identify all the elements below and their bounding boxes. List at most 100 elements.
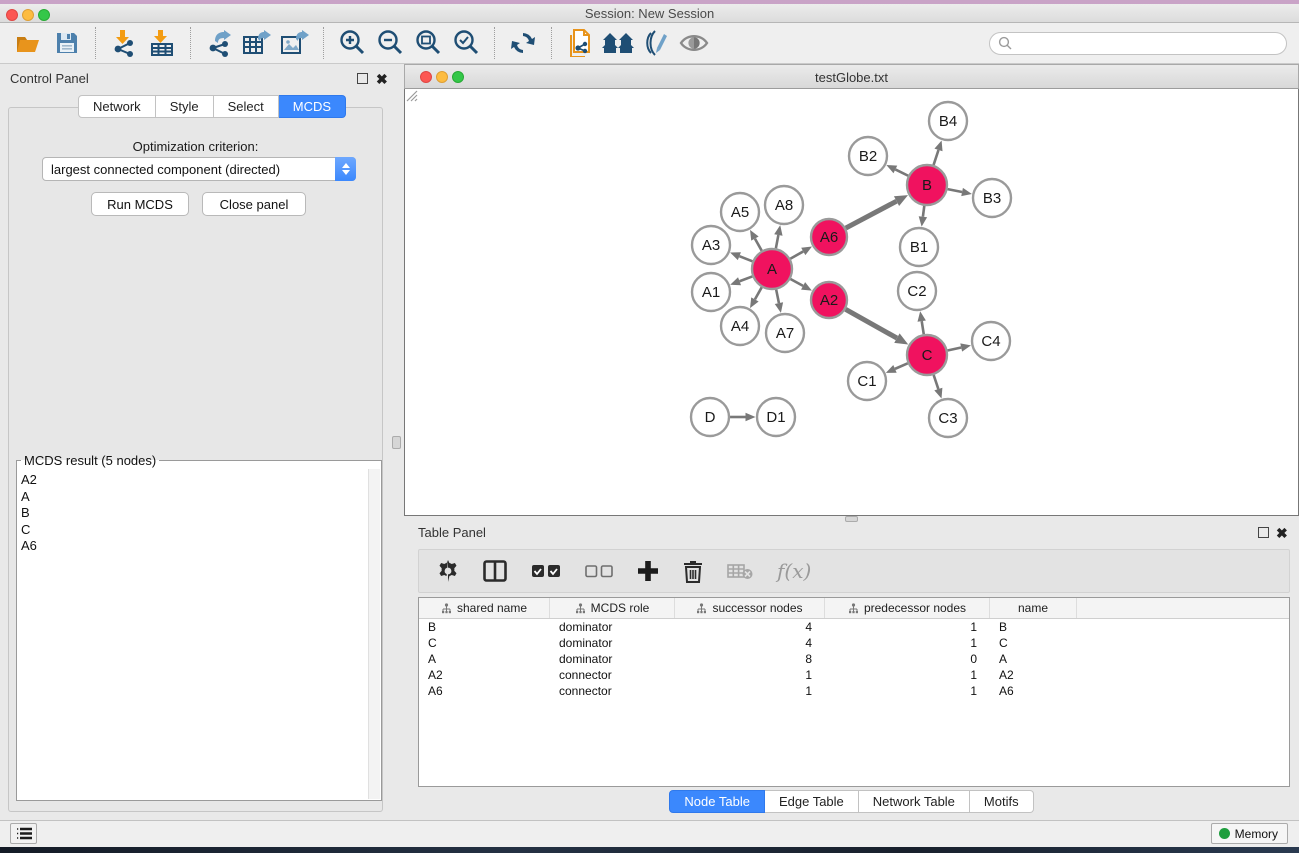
table-cell[interactable]: connector	[550, 684, 675, 698]
close-table-panel-icon[interactable]: ✖	[1276, 525, 1288, 542]
table-cell[interactable]: 1	[675, 668, 825, 682]
graph-edge-A6-B[interactable]	[846, 201, 897, 228]
function-builder-button[interactable]: f(x)	[777, 559, 811, 583]
search-input[interactable]	[1012, 33, 1286, 54]
table-cell[interactable]: B	[990, 620, 1077, 634]
export-table-button[interactable]	[241, 27, 273, 59]
table-settings-button[interactable]	[437, 560, 459, 582]
tab-network-table[interactable]: Network Table	[859, 790, 970, 813]
graph-edge-A-A6[interactable]	[790, 251, 803, 258]
table-cell[interactable]: connector	[550, 668, 675, 682]
task-history-button[interactable]	[10, 823, 37, 844]
tab-select[interactable]: Select	[214, 95, 279, 118]
tab-motifs[interactable]: Motifs	[970, 790, 1034, 813]
table-cell[interactable]: 8	[675, 652, 825, 666]
network-canvas[interactable]: B4B2BB3A5A8A6A3B1AA1C2A2A4A7C4CC1C3DD1	[404, 89, 1299, 516]
table-cell[interactable]: dominator	[550, 620, 675, 634]
deselect-all-columns-button[interactable]	[585, 565, 613, 578]
network-window-titlebar[interactable]: testGlobe.txt	[404, 64, 1299, 89]
result-list-item[interactable]: A2	[21, 472, 368, 489]
table-cell[interactable]: A6	[419, 684, 550, 698]
result-list-item[interactable]: A6	[21, 538, 368, 555]
window-resize-grip[interactable]	[405, 89, 418, 102]
graph-edge-B-B2[interactable]	[895, 169, 908, 175]
column-header-name[interactable]: name	[990, 598, 1077, 618]
zoom-in-button[interactable]	[336, 27, 368, 59]
column-header-shared-name[interactable]: shared name	[419, 598, 550, 618]
graph-edge-C-C2[interactable]	[922, 321, 924, 334]
table-cell[interactable]: 1	[825, 620, 990, 634]
graph-edge-A-A3[interactable]	[739, 256, 752, 261]
tab-network[interactable]: Network	[78, 95, 156, 118]
graph-edge-A-A2[interactable]	[790, 279, 803, 286]
panel-splitter-grip[interactable]	[392, 436, 401, 449]
table-cell[interactable]: A6	[990, 684, 1077, 698]
memory-button[interactable]: Memory	[1211, 823, 1288, 844]
float-table-panel-icon[interactable]	[1258, 527, 1269, 538]
open-network-home-button[interactable]	[602, 27, 634, 59]
table-cell[interactable]: A	[419, 652, 550, 666]
table-cell[interactable]: 4	[675, 636, 825, 650]
toolbar-search-field[interactable]	[989, 32, 1287, 55]
open-session-button[interactable]	[13, 27, 45, 59]
result-list-item[interactable]: C	[21, 522, 368, 539]
table-cell[interactable]: A2	[419, 668, 550, 682]
column-header-successor-nodes[interactable]: successor nodes	[675, 598, 825, 618]
table-row[interactable]: Cdominator41C	[419, 635, 1289, 651]
table-row[interactable]: Adominator80A	[419, 651, 1289, 667]
table-row[interactable]: A6connector11A6	[419, 683, 1289, 699]
graph-edge-A-A7[interactable]	[776, 290, 779, 304]
criterion-dropdown[interactable]: largest connected component (directed)	[42, 157, 356, 181]
table-cell[interactable]: dominator	[550, 652, 675, 666]
zoom-selected-button[interactable]	[450, 27, 482, 59]
result-list-scrollbar[interactable]	[368, 469, 380, 799]
table-cell[interactable]: 1	[825, 668, 990, 682]
hide-graphics-details-button[interactable]	[640, 27, 672, 59]
graph-edge-A-A8[interactable]	[776, 235, 779, 248]
tab-mcds[interactable]: MCDS	[279, 95, 346, 118]
import-network-button[interactable]	[108, 27, 140, 59]
result-list-item[interactable]: B	[21, 505, 368, 522]
run-mcds-button[interactable]: Run MCDS	[91, 192, 189, 216]
split-columns-button[interactable]	[483, 560, 507, 582]
column-header-predecessor-nodes[interactable]: predecessor nodes	[825, 598, 990, 618]
table-cell[interactable]: 0	[825, 652, 990, 666]
graph-edge-C-C4[interactable]	[948, 348, 962, 351]
table-cell[interactable]: 1	[675, 684, 825, 698]
tab-edge-table[interactable]: Edge Table	[765, 790, 859, 813]
graph-edge-B-B1[interactable]	[923, 206, 924, 217]
result-list-item[interactable]: A	[21, 489, 368, 506]
select-all-columns-button[interactable]	[531, 564, 561, 578]
tab-node-table[interactable]: Node Table	[669, 790, 765, 813]
graph-edge-A-A1[interactable]	[740, 276, 753, 281]
graph-edge-A-A5[interactable]	[755, 239, 762, 251]
refresh-button[interactable]	[507, 27, 539, 59]
delete-table-button[interactable]	[727, 562, 753, 580]
table-cell[interactable]: 4	[675, 620, 825, 634]
zoom-fit-button[interactable]	[412, 27, 444, 59]
table-cell[interactable]: C	[990, 636, 1077, 650]
tab-style[interactable]: Style	[156, 95, 214, 118]
export-image-button[interactable]	[279, 27, 311, 59]
graph-edge-C-C3[interactable]	[934, 375, 939, 389]
close-panel-button[interactable]: Close panel	[202, 192, 306, 216]
table-row[interactable]: A2connector11A2	[419, 667, 1289, 683]
table-row[interactable]: Bdominator41B	[419, 619, 1289, 635]
node-table[interactable]: shared nameMCDS rolesuccessor nodesprede…	[418, 597, 1290, 787]
add-column-button[interactable]	[637, 560, 659, 582]
show-hide-view-button[interactable]	[678, 27, 710, 59]
table-cell[interactable]: C	[419, 636, 550, 650]
graph-edge-B-B4[interactable]	[934, 150, 939, 165]
graph-edge-A2-C[interactable]	[846, 309, 897, 338]
table-splitter-grip[interactable]	[845, 516, 858, 522]
table-cell[interactable]: 1	[825, 636, 990, 650]
column-header-mcds-role[interactable]: MCDS role	[550, 598, 675, 618]
graph-edge-C-C1[interactable]	[895, 363, 908, 369]
clone-network-button[interactable]	[564, 27, 596, 59]
import-table-button[interactable]	[146, 27, 178, 59]
table-cell[interactable]: 1	[825, 684, 990, 698]
graph-edge-B-B3[interactable]	[948, 189, 963, 192]
close-panel-icon[interactable]: ✖	[376, 71, 388, 88]
float-panel-icon[interactable]	[357, 73, 368, 84]
table-cell[interactable]: B	[419, 620, 550, 634]
